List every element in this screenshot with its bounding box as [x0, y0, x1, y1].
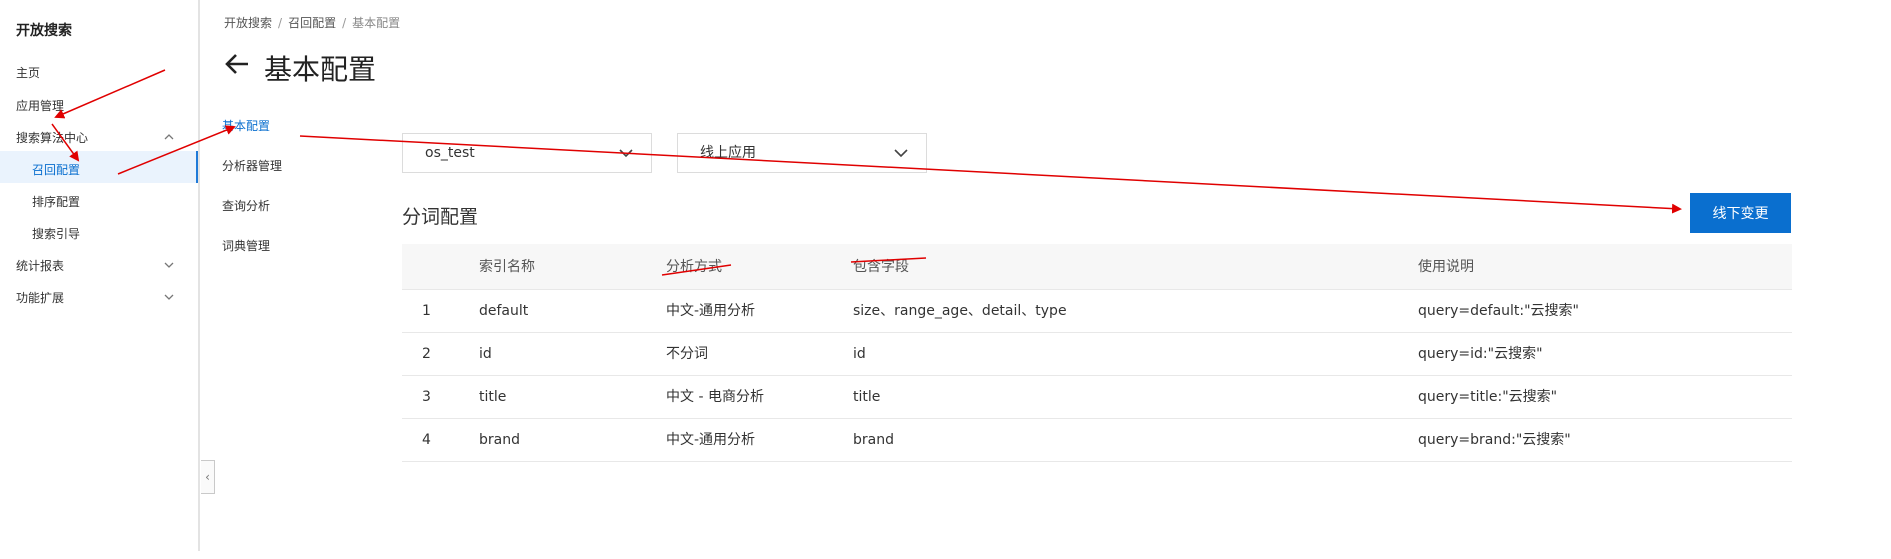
environment-select-value: 线上应用: [700, 145, 756, 161]
index-name: title: [479, 389, 507, 405]
subnav-item-analyzer-management[interactable]: 分析器管理: [222, 157, 282, 174]
chevron-down-icon[interactable]: [164, 260, 174, 270]
subnav-item-query-analysis[interactable]: 查询分析: [222, 197, 270, 214]
analyzer: 中文-通用分析: [666, 303, 756, 319]
analyzer: 中文 - 电商分析: [666, 389, 764, 405]
subnav-item-basic-config[interactable]: 基本配置: [222, 117, 270, 134]
index-name: id: [479, 346, 492, 362]
table-row: 1 default 中文-通用分析 size、range_age、detail、…: [402, 290, 1792, 333]
usage: query=title:"云搜索": [1418, 389, 1558, 405]
fields: brand: [853, 432, 894, 448]
sidebar: 开放搜索 主页 应用管理 搜索算法中心 召回配置 排序配置 搜索引导 统计报表 …: [0, 0, 200, 551]
analyzer: 中文-通用分析: [666, 432, 756, 448]
app-select-value: os_test: [425, 145, 475, 161]
analyzer: 不分词: [666, 346, 708, 362]
row-number: 1: [422, 303, 431, 319]
sidebar-collapse-toggle[interactable]: ‹: [201, 460, 215, 494]
chevron-down-icon: [619, 149, 633, 158]
index-table: 索引名称 分析方式 包含字段 使用说明 1 default 中文-通用分析 si…: [402, 244, 1792, 462]
column-header-index-name: 索引名称: [479, 259, 535, 275]
table-row: 2 id 不分词 id query=id:"云搜索": [402, 333, 1792, 376]
index-name: default: [479, 303, 529, 319]
fields: size、range_age、detail、type: [853, 303, 1067, 319]
subnav-item-dictionary-management[interactable]: 词典管理: [222, 237, 270, 254]
offline-change-button[interactable]: 线下变更: [1690, 193, 1791, 233]
sidebar-active-highlight: [0, 151, 198, 183]
column-header-analyzer: 分析方式: [666, 259, 722, 275]
column-header-usage: 使用说明: [1418, 259, 1474, 275]
chevron-up-icon[interactable]: [164, 132, 174, 142]
fields: id: [853, 346, 866, 362]
usage: query=default:"云搜索": [1418, 303, 1579, 319]
chevron-down-icon: [894, 149, 908, 158]
column-header-fields: 包含字段: [853, 259, 909, 275]
chevron-down-icon[interactable]: [164, 292, 174, 302]
usage: query=brand:"云搜索": [1418, 432, 1571, 448]
sidebar-item-search-guide[interactable]: 搜索引导: [32, 225, 80, 242]
table-row: 3 title 中文 - 电商分析 title query=title:"云搜索…: [402, 376, 1792, 419]
sub-navigation: 基本配置 分析器管理 查询分析 词典管理: [222, 0, 382, 300]
sidebar-item-search-algorithm-center[interactable]: 搜索算法中心: [16, 129, 88, 146]
fields: title: [853, 389, 881, 405]
sidebar-item-home[interactable]: 主页: [16, 64, 40, 81]
row-number: 2: [422, 346, 431, 362]
index-name: brand: [479, 432, 520, 448]
sidebar-title: 开放搜索: [16, 23, 72, 39]
table-row: 4 brand 中文-通用分析 brand query=brand:"云搜索": [402, 419, 1792, 462]
section-title: 分词配置: [402, 206, 479, 228]
app-select[interactable]: os_test: [402, 133, 652, 173]
sidebar-item-statistics[interactable]: 统计报表: [16, 257, 64, 274]
sidebar-item-ranking-config[interactable]: 排序配置: [32, 193, 80, 210]
sidebar-item-recall-config[interactable]: 召回配置: [32, 161, 80, 178]
environment-select[interactable]: 线上应用: [677, 133, 927, 173]
chevron-left-icon: ‹: [205, 470, 210, 484]
sidebar-item-extensions[interactable]: 功能扩展: [16, 289, 64, 306]
table-header: 索引名称 分析方式 包含字段 使用说明: [402, 244, 1792, 290]
row-number: 4: [422, 432, 431, 448]
row-number: 3: [422, 389, 431, 405]
usage: query=id:"云搜索": [1418, 346, 1543, 362]
sidebar-item-app-management[interactable]: 应用管理: [16, 97, 64, 114]
